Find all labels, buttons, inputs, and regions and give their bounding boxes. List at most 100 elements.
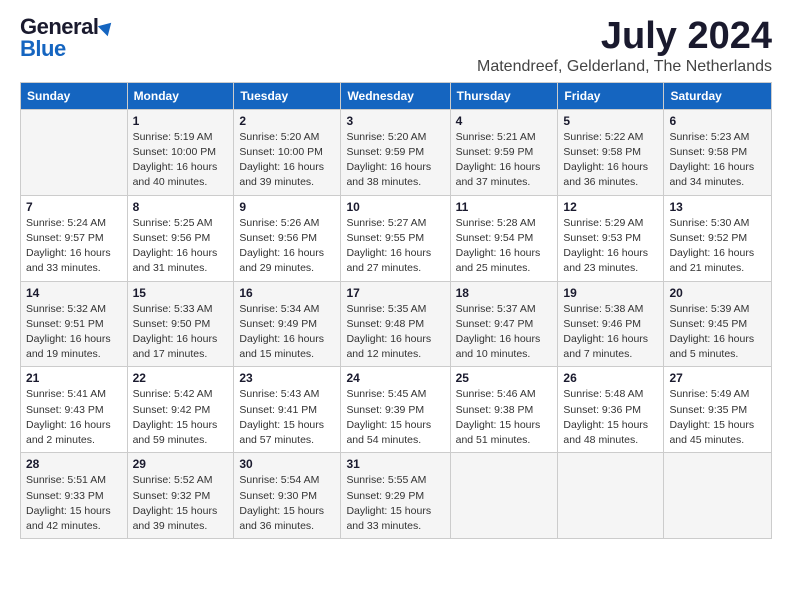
calendar-cell: 16Sunrise: 5:34 AM Sunset: 9:49 PM Dayli… (234, 281, 341, 367)
day-info: Sunrise: 5:35 AM Sunset: 9:48 PM Dayligh… (346, 302, 444, 363)
day-number: 3 (346, 114, 444, 128)
calendar-cell: 29Sunrise: 5:52 AM Sunset: 9:32 PM Dayli… (127, 453, 234, 539)
day-number: 23 (239, 371, 335, 385)
calendar-header-row: SundayMondayTuesdayWednesdayThursdayFrid… (21, 82, 772, 109)
calendar-cell: 25Sunrise: 5:46 AM Sunset: 9:38 PM Dayli… (450, 367, 558, 453)
day-number: 5 (563, 114, 658, 128)
calendar-cell: 14 Sunrise: 5:32 AM Sunset: 9:51 PM Dayli… (21, 281, 128, 367)
day-number: 30 (239, 457, 335, 471)
calendar-cell: 30 Sunrise: 5:54 AM Sunset: 9:30 PM Dayli… (234, 453, 341, 539)
title-area: July 2024 Matendreef, Gelderland, The Ne… (477, 16, 772, 76)
calendar-cell: 21 Sunrise: 5:41 AM Sunset: 9:43 PM Dayli… (21, 367, 128, 453)
day-info: Sunrise: 5:33 AM Sunset: 9:50 PM Dayligh… (133, 302, 229, 363)
day-number: 12 (563, 200, 658, 214)
calendar-cell: 26Sunrise: 5:48 AM Sunset: 9:36 PM Dayli… (558, 367, 664, 453)
day-number: 21 (26, 371, 122, 385)
day-number: 9 (239, 200, 335, 214)
day-number: 8 (133, 200, 229, 214)
day-number: 26 (563, 371, 658, 385)
calendar-cell: 15 Sunrise: 5:33 AM Sunset: 9:50 PM Dayli… (127, 281, 234, 367)
calendar-cell: 11Sunrise: 5:28 AM Sunset: 9:54 PM Dayli… (450, 195, 558, 281)
calendar-cell: 9 Sunrise: 5:26 AM Sunset: 9:56 PM Daylig… (234, 195, 341, 281)
calendar-cell: 7 Sunrise: 5:24 AM Sunset: 9:57 PM Daylig… (21, 195, 128, 281)
header: General Blue July 2024 Matendreef, Gelde… (20, 16, 772, 76)
day-number: 19 (563, 286, 658, 300)
logo-blue: Blue (20, 38, 66, 60)
calendar-cell: 23 Sunrise: 5:43 AM Sunset: 9:41 PM Dayli… (234, 367, 341, 453)
day-number: 6 (669, 114, 766, 128)
day-info: Sunrise: 5:42 AM Sunset: 9:42 PM Dayligh… (133, 387, 229, 448)
header-friday: Friday (558, 82, 664, 109)
day-number: 10 (346, 200, 444, 214)
day-info: Sunrise: 5:39 AM Sunset: 9:45 PM Dayligh… (669, 302, 766, 363)
week-row-5: 28 Sunrise: 5:51 AM Sunset: 9:33 PM Dayli… (21, 453, 772, 539)
day-info: Sunrise: 5:45 AM Sunset: 9:39 PM Dayligh… (346, 387, 444, 448)
day-info: Sunrise: 5:43 AM Sunset: 9:41 PM Dayligh… (239, 387, 335, 448)
day-info: Sunrise: 5:27 AM Sunset: 9:55 PM Dayligh… (346, 216, 444, 277)
calendar-cell: 20 Sunrise: 5:39 AM Sunset: 9:45 PM Dayli… (664, 281, 772, 367)
day-info: Sunrise: 5:41 AM Sunset: 9:43 PM Dayligh… (26, 387, 122, 448)
day-info: Sunrise: 5:38 AM Sunset: 9:46 PM Dayligh… (563, 302, 658, 363)
calendar-cell: 4 Sunrise: 5:21 AM Sunset: 9:59 PM Daylig… (450, 109, 558, 195)
logo: General Blue (20, 16, 114, 60)
day-number: 25 (456, 371, 553, 385)
day-number: 28 (26, 457, 122, 471)
week-row-1: 1 Sunrise: 5:19 AM Sunset: 10:00 PM Dayli… (21, 109, 772, 195)
day-info: Sunrise: 5:29 AM Sunset: 9:53 PM Dayligh… (563, 216, 658, 277)
calendar-cell: 24 Sunrise: 5:45 AM Sunset: 9:39 PM Dayli… (341, 367, 450, 453)
calendar-cell: 5 Sunrise: 5:22 AM Sunset: 9:58 PM Daylig… (558, 109, 664, 195)
calendar-cell: 18 Sunrise: 5:37 AM Sunset: 9:47 PM Dayli… (450, 281, 558, 367)
day-number: 2 (239, 114, 335, 128)
calendar-cell: 13Sunrise: 5:30 AM Sunset: 9:52 PM Dayli… (664, 195, 772, 281)
day-number: 20 (669, 286, 766, 300)
day-info: Sunrise: 5:32 AM Sunset: 9:51 PM Dayligh… (26, 302, 122, 363)
calendar-cell: 27Sunrise: 5:49 AM Sunset: 9:35 PM Dayli… (664, 367, 772, 453)
day-number: 1 (133, 114, 229, 128)
day-number: 24 (346, 371, 444, 385)
day-number: 7 (26, 200, 122, 214)
month-title: July 2024 (477, 16, 772, 58)
day-number: 27 (669, 371, 766, 385)
calendar-cell (558, 453, 664, 539)
calendar-cell: 1 Sunrise: 5:19 AM Sunset: 10:00 PM Dayli… (127, 109, 234, 195)
day-info: Sunrise: 5:19 AM Sunset: 10:00 PM Daylig… (133, 130, 229, 191)
calendar-cell: 28 Sunrise: 5:51 AM Sunset: 9:33 PM Dayli… (21, 453, 128, 539)
calendar-cell: 10 Sunrise: 5:27 AM Sunset: 9:55 PM Dayli… (341, 195, 450, 281)
header-sunday: Sunday (21, 82, 128, 109)
day-info: Sunrise: 5:54 AM Sunset: 9:30 PM Dayligh… (239, 473, 335, 534)
calendar-cell (664, 453, 772, 539)
day-number: 22 (133, 371, 229, 385)
calendar-cell: 2Sunrise: 5:20 AM Sunset: 10:00 PM Dayli… (234, 109, 341, 195)
location-title: Matendreef, Gelderland, The Netherlands (477, 58, 772, 76)
day-info: Sunrise: 5:51 AM Sunset: 9:33 PM Dayligh… (26, 473, 122, 534)
day-number: 29 (133, 457, 229, 471)
day-info: Sunrise: 5:34 AM Sunset: 9:49 PM Dayligh… (239, 302, 335, 363)
logo-icon (98, 18, 116, 36)
calendar-cell: 6 Sunrise: 5:23 AM Sunset: 9:58 PM Daylig… (664, 109, 772, 195)
day-number: 14 (26, 286, 122, 300)
week-row-3: 14 Sunrise: 5:32 AM Sunset: 9:51 PM Dayli… (21, 281, 772, 367)
header-monday: Monday (127, 82, 234, 109)
day-info: Sunrise: 5:23 AM Sunset: 9:58 PM Dayligh… (669, 130, 766, 191)
logo-general: General (20, 16, 98, 38)
calendar-cell (21, 109, 128, 195)
day-info: Sunrise: 5:21 AM Sunset: 9:59 PM Dayligh… (456, 130, 553, 191)
day-info: Sunrise: 5:55 AM Sunset: 9:29 PM Dayligh… (346, 473, 444, 534)
calendar-table: SundayMondayTuesdayWednesdayThursdayFrid… (20, 82, 772, 539)
header-wednesday: Wednesday (341, 82, 450, 109)
calendar-cell (450, 453, 558, 539)
day-info: Sunrise: 5:24 AM Sunset: 9:57 PM Dayligh… (26, 216, 122, 277)
day-number: 18 (456, 286, 553, 300)
day-number: 15 (133, 286, 229, 300)
day-info: Sunrise: 5:25 AM Sunset: 9:56 PM Dayligh… (133, 216, 229, 277)
day-number: 4 (456, 114, 553, 128)
calendar-cell: 17 Sunrise: 5:35 AM Sunset: 9:48 PM Dayli… (341, 281, 450, 367)
day-info: Sunrise: 5:22 AM Sunset: 9:58 PM Dayligh… (563, 130, 658, 191)
week-row-4: 21 Sunrise: 5:41 AM Sunset: 9:43 PM Dayli… (21, 367, 772, 453)
header-thursday: Thursday (450, 82, 558, 109)
day-number: 13 (669, 200, 766, 214)
day-info: Sunrise: 5:26 AM Sunset: 9:56 PM Dayligh… (239, 216, 335, 277)
calendar-cell: 19 Sunrise: 5:38 AM Sunset: 9:46 PM Dayli… (558, 281, 664, 367)
day-info: Sunrise: 5:37 AM Sunset: 9:47 PM Dayligh… (456, 302, 553, 363)
day-number: 17 (346, 286, 444, 300)
